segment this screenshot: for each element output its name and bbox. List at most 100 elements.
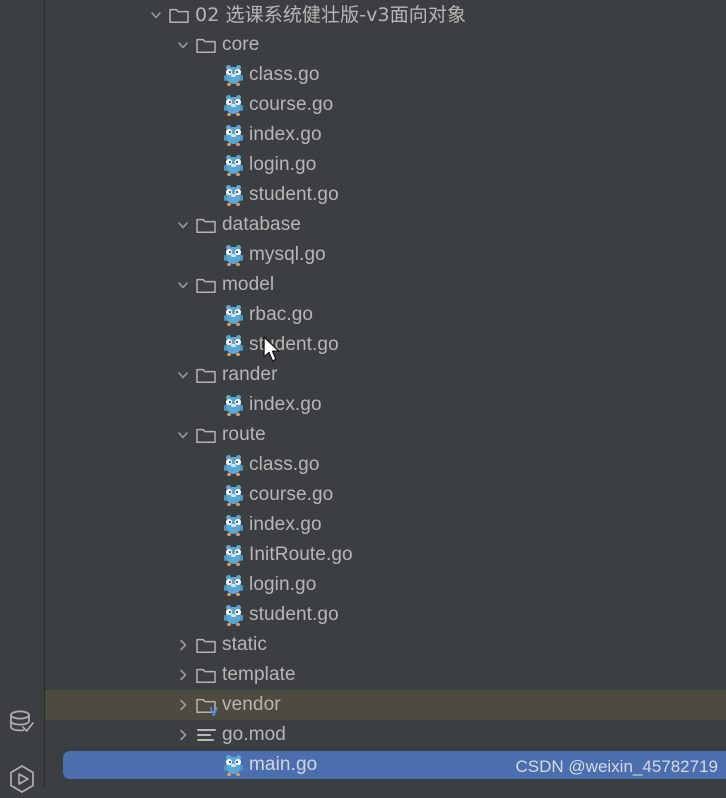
project-tree-window: 02 选课系统健壮版-v3面向对象 core class.go course.go in… [0, 0, 726, 793]
tree-row-label: vendor [222, 694, 281, 715]
tree-row-label: course.go [249, 484, 334, 505]
go-file-icon [221, 600, 245, 630]
go-file-icon [221, 180, 245, 210]
folder-icon [194, 360, 218, 390]
tree-row-template[interactable]: template [45, 660, 726, 690]
tree-row-02--v3-[interactable]: 02 选课系统健壮版-v3面向对象 [45, 0, 726, 30]
tree-row-login.go[interactable]: login.go [45, 570, 726, 600]
chevron-down-icon[interactable] [172, 420, 194, 450]
tree-row-core[interactable]: core [45, 30, 726, 60]
go-file-icon [221, 60, 245, 90]
tree-row-rander[interactable]: rander [45, 360, 726, 390]
tree-row-student.go[interactable]: student.go [45, 600, 726, 630]
tree-row-course.go[interactable]: course.go [45, 90, 726, 120]
tree-row-label: template [222, 664, 296, 685]
tree-row-label: static [222, 634, 267, 655]
tree-row-static[interactable]: static [45, 630, 726, 660]
go-file-icon [221, 450, 245, 480]
watermark-text: CSDN @weixin_45782719 [515, 757, 718, 776]
tree-row-course.go[interactable]: course.go [45, 480, 726, 510]
tree-row-rbac.go[interactable]: rbac.go [45, 300, 726, 330]
folder-vcs-icon: V [194, 690, 218, 720]
tree-row-label: database [222, 214, 301, 235]
chevron-down-icon[interactable] [172, 360, 194, 390]
go-file-icon [221, 510, 245, 540]
chevron-down-icon[interactable] [172, 30, 194, 60]
chevron-right-icon[interactable] [172, 720, 194, 750]
folder-icon [194, 210, 218, 240]
tree-row-login.go[interactable]: login.go [45, 150, 726, 180]
tree-row-label: index.go [249, 394, 322, 415]
tree-row-initroute.go[interactable]: InitRoute.go [45, 540, 726, 570]
tree-row-label: core [222, 34, 260, 55]
tree-row-label: model [222, 274, 275, 295]
tree-row-label: mysql.go [249, 244, 326, 265]
folder-icon [194, 30, 218, 60]
tree-row-index.go[interactable]: index.go [45, 390, 726, 420]
tree-row-class.go[interactable]: class.go [45, 450, 726, 480]
chevron-down-icon[interactable] [172, 270, 194, 300]
tree-row-index.go[interactable]: index.go [45, 120, 726, 150]
folder-icon [167, 0, 191, 30]
go-file-icon [221, 240, 245, 270]
chevron-right-icon[interactable] [172, 660, 194, 690]
go-file-icon [221, 120, 245, 150]
tree-row-class.go[interactable]: class.go [45, 60, 726, 90]
chevron-right-icon[interactable] [172, 630, 194, 660]
vcs-badge-icon: V [209, 703, 218, 719]
tree-row-label: index.go [249, 124, 322, 145]
tree-row-route[interactable]: route [45, 420, 726, 450]
tree-row-label: index.go [249, 514, 322, 535]
go-file-icon [221, 480, 245, 510]
go-file-icon [221, 300, 245, 330]
tree-row-label: class.go [249, 64, 320, 85]
folder-icon [194, 270, 218, 300]
tree-row-label: main.go [249, 754, 318, 775]
tree-row-label: course.go [249, 94, 334, 115]
tree-row-label: login.go [249, 154, 317, 175]
go-file-icon [221, 750, 245, 780]
chevron-down-icon[interactable] [172, 210, 194, 240]
tree-row-label: login.go [249, 574, 317, 595]
chevron-right-icon[interactable] [172, 690, 194, 720]
tree-row-index.go[interactable]: index.go [45, 510, 726, 540]
go-file-icon [221, 90, 245, 120]
chevron-down-icon[interactable] [145, 0, 167, 30]
go-mod-icon [194, 720, 218, 750]
tool-gutter [0, 0, 44, 793]
folder-icon [194, 420, 218, 450]
folder-icon [194, 630, 218, 660]
tree-row-label: 02 选课系统健壮版-v3面向对象 [195, 4, 467, 26]
database-icon[interactable] [3, 704, 41, 742]
project-file-tree[interactable]: 02 选课系统健壮版-v3面向对象 core class.go course.go in… [45, 0, 726, 788]
tree-row-vendor[interactable]: Vvendor [45, 690, 726, 720]
run-icon[interactable] [3, 760, 41, 798]
go-file-icon [221, 150, 245, 180]
tree-row-student.go[interactable]: student.go [45, 180, 726, 210]
tree-row-label: rander [222, 364, 278, 385]
tree-row-label: InitRoute.go [249, 544, 353, 565]
tree-row-model[interactable]: model [45, 270, 726, 300]
tree-row-student.go[interactable]: student.go [45, 330, 726, 360]
tree-row-mysql.go[interactable]: mysql.go [45, 240, 726, 270]
tree-row-label: route [222, 424, 266, 445]
tree-row-go.mod[interactable]: go.mod [45, 720, 726, 750]
tree-row-database[interactable]: database [45, 210, 726, 240]
tree-row-label: class.go [249, 454, 320, 475]
